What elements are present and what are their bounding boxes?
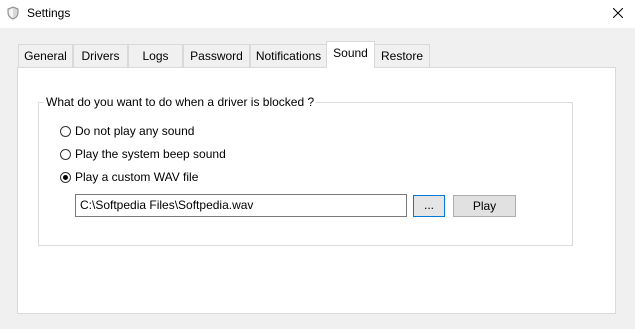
tab-password[interactable]: Password	[183, 44, 250, 67]
radio-no-sound[interactable]: Do not play any sound	[60, 123, 194, 139]
browse-button[interactable]: ...	[413, 195, 445, 217]
radio-system-beep[interactable]: Play the system beep sound	[60, 146, 226, 162]
radio-button-checked-icon	[60, 171, 71, 183]
close-button[interactable]	[601, 0, 635, 28]
tab-general[interactable]: General	[18, 44, 73, 67]
tab-notifications[interactable]: Notifications	[250, 44, 327, 67]
tab-logs[interactable]: Logs	[128, 44, 183, 67]
title-bar: Settings	[0, 0, 635, 28]
wav-path-field[interactable]: C:\Softpedia Files\Softpedia.wav	[75, 194, 407, 217]
window-title: Settings	[27, 6, 71, 20]
tab-sound[interactable]: Sound	[326, 41, 375, 68]
groupbox-label: What do you want to do when a driver is …	[44, 95, 317, 109]
close-icon	[612, 7, 624, 21]
play-button[interactable]: Play	[453, 195, 516, 217]
tab-restore[interactable]: Restore	[374, 44, 430, 67]
tab-drivers[interactable]: Drivers	[73, 44, 128, 67]
radio-button-icon	[60, 148, 71, 160]
shield-icon	[6, 6, 20, 20]
radio-label: Do not play any sound	[75, 124, 195, 138]
radio-label: Play the system beep sound	[75, 147, 226, 161]
radio-button-icon	[60, 125, 71, 137]
radio-label: Play a custom WAV file	[75, 170, 199, 184]
radio-custom-wav[interactable]: Play a custom WAV file	[60, 169, 198, 185]
